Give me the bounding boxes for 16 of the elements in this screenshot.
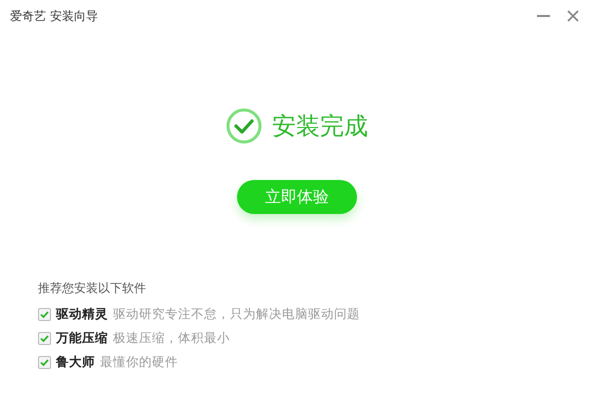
minimize-icon: [536, 15, 550, 17]
software-name: 鲁大师: [56, 354, 95, 371]
close-icon: [566, 9, 580, 23]
software-description: 最懂你的硬件: [100, 354, 178, 371]
checkbox[interactable]: [38, 332, 51, 345]
checkbox[interactable]: [38, 308, 51, 321]
software-name: 万能压缩: [56, 330, 108, 347]
software-description: 极速压缩，体积最小: [113, 330, 230, 347]
check-circle-icon: [226, 108, 262, 144]
window-title: 爱奇艺 安装向导: [10, 8, 99, 24]
software-name: 驱动精灵: [56, 306, 108, 323]
checkbox[interactable]: [38, 356, 51, 369]
recommendation-heading: 推荐您安装以下软件: [38, 280, 147, 297]
software-description: 驱动研究专注不怠，只为解决电脑驱动问题: [113, 306, 360, 323]
try-now-button[interactable]: 立即体验: [237, 180, 357, 214]
install-complete-message: 安装完成: [272, 111, 368, 142]
